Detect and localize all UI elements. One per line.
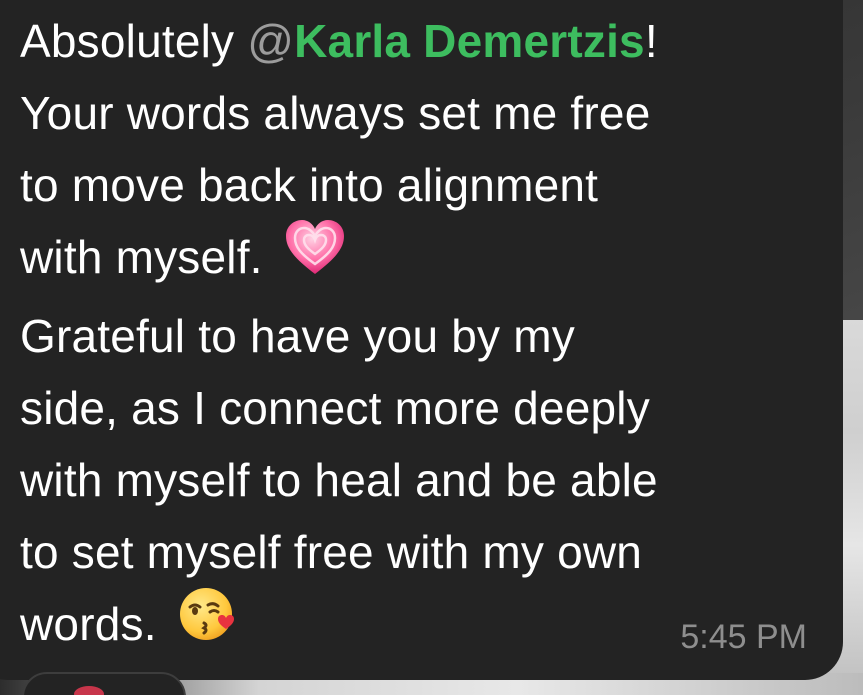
message-exclamation: ! xyxy=(644,15,658,67)
message-intro: Absolutely xyxy=(20,15,235,67)
message-line-2: Your words always set me free xyxy=(20,87,651,139)
message-line-5: Grateful to have you by my xyxy=(20,309,575,362)
message-line-3: to move back into alignment xyxy=(20,159,599,211)
mention-at-symbol: @ xyxy=(247,15,295,67)
message-line-9-text: words. xyxy=(20,597,157,650)
message-line-6: side, as I connect more deeply xyxy=(20,381,650,434)
reaction-pill[interactable] xyxy=(22,672,186,695)
message-timestamp: 5:45 PM xyxy=(680,618,807,656)
mention-link[interactable]: @Karla Demertzis xyxy=(247,15,645,67)
message-line-1: Absolutely @Karla Demertzis! xyxy=(20,5,820,77)
growing-heart-icon xyxy=(284,218,346,296)
message-line-8: to set myself free with my own xyxy=(20,525,643,578)
face-blowing-kiss-icon xyxy=(178,585,240,663)
message-line-7: with myself to heal and be able xyxy=(20,453,658,506)
chat-screen: Absolutely @Karla Demertzis! Your words … xyxy=(0,0,863,695)
message-line-4-text: with myself. xyxy=(20,231,263,283)
message-line-4: with myself. xyxy=(20,218,820,300)
message-text: Absolutely @Karla Demertzis! Your words … xyxy=(20,5,820,667)
reaction-heart-icon xyxy=(74,686,104,695)
mention-name: Karla Demertzis xyxy=(294,15,645,67)
